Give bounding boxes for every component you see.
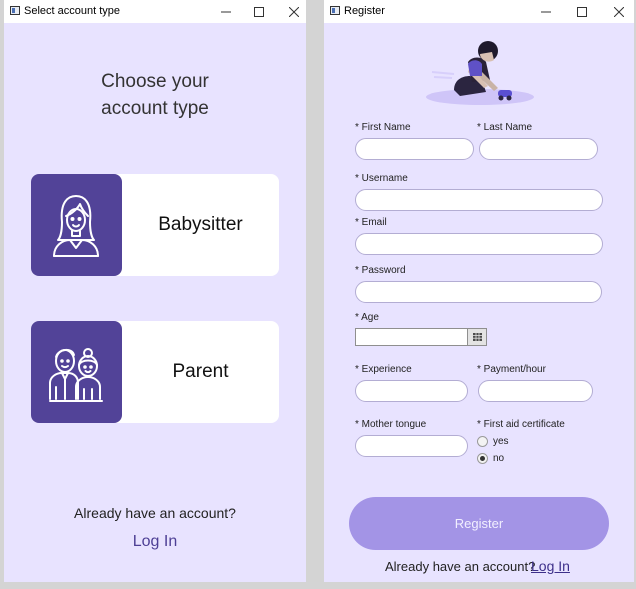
close-icon: [614, 7, 624, 17]
app-window-icon: [10, 6, 20, 15]
login-link[interactable]: Log In: [4, 533, 306, 551]
email-input[interactable]: [355, 233, 603, 255]
first-aid-label: * First aid certificate: [477, 419, 565, 430]
last-name-input[interactable]: [479, 138, 598, 160]
parent-icon: [49, 348, 103, 402]
payment-input[interactable]: [478, 380, 593, 402]
first-aid-no-radio[interactable]: no: [477, 452, 597, 466]
maximize-icon: [577, 7, 587, 17]
babysitter-label: Babysitter: [158, 214, 243, 235]
password-label: * Password: [355, 265, 406, 276]
username-input[interactable]: [355, 189, 603, 211]
minimize-button[interactable]: [531, 0, 561, 23]
username-label: * Username: [355, 173, 408, 184]
experience-label: * Experience: [355, 364, 412, 375]
babysitter-icon-box: [31, 174, 122, 276]
maximize-button[interactable]: [244, 0, 274, 23]
babysitter-card[interactable]: Babysitter: [31, 174, 279, 276]
window-title: Register: [344, 5, 385, 17]
babysitter-icon: [53, 195, 99, 257]
close-button[interactable]: [279, 0, 306, 23]
page-title: Choose your account type: [4, 68, 306, 122]
first-aid-yes-radio[interactable]: yes: [477, 435, 597, 449]
login-link[interactable]: Log In: [531, 558, 570, 574]
child-playing-illustration: [426, 41, 534, 105]
experience-input[interactable]: [355, 380, 468, 402]
radio-no-icon: [477, 453, 488, 464]
parent-card[interactable]: Parent: [31, 321, 279, 423]
register-button[interactable]: Register: [349, 497, 609, 550]
email-label: * Email: [355, 217, 387, 228]
parent-label: Parent: [172, 361, 229, 382]
already-have-account-text: Already have an account?: [74, 505, 236, 521]
radio-yes-icon: [477, 436, 488, 447]
parent-icon-box: [31, 321, 122, 423]
last-name-label: * Last Name: [477, 122, 533, 133]
title-bar[interactable]: Select account type: [4, 0, 306, 23]
calendar-button[interactable]: [467, 328, 487, 346]
maximize-icon: [254, 7, 264, 17]
minimize-icon: [221, 11, 231, 13]
first-name-label: * First Name: [355, 122, 411, 133]
minimize-button[interactable]: [211, 0, 241, 23]
already-have-account-text: Already have an account?: [385, 559, 536, 574]
maximize-button[interactable]: [567, 0, 597, 23]
app-window-icon: [330, 6, 340, 15]
payment-label: * Payment/hour: [477, 364, 546, 375]
password-input[interactable]: [355, 281, 602, 303]
first-name-input[interactable]: [355, 138, 474, 160]
minimize-icon: [541, 11, 551, 13]
title-bar[interactable]: Register: [324, 0, 634, 23]
select-account-type-window: Select account type Choose your account …: [4, 0, 306, 582]
heading-line-1: Choose your: [101, 71, 209, 92]
close-icon: [289, 7, 299, 17]
register-window: Register * First Name * Last Name * User…: [324, 0, 634, 582]
mother-tongue-input[interactable]: [355, 435, 468, 457]
heading-line-2: account type: [101, 98, 209, 119]
mother-tongue-label: * Mother tongue: [355, 419, 427, 430]
radio-yes-label: yes: [493, 436, 509, 447]
calendar-icon: [473, 333, 482, 341]
close-button[interactable]: [604, 0, 634, 23]
age-label: * Age: [355, 312, 379, 323]
window-title: Select account type: [24, 5, 121, 17]
radio-no-label: no: [493, 453, 505, 464]
